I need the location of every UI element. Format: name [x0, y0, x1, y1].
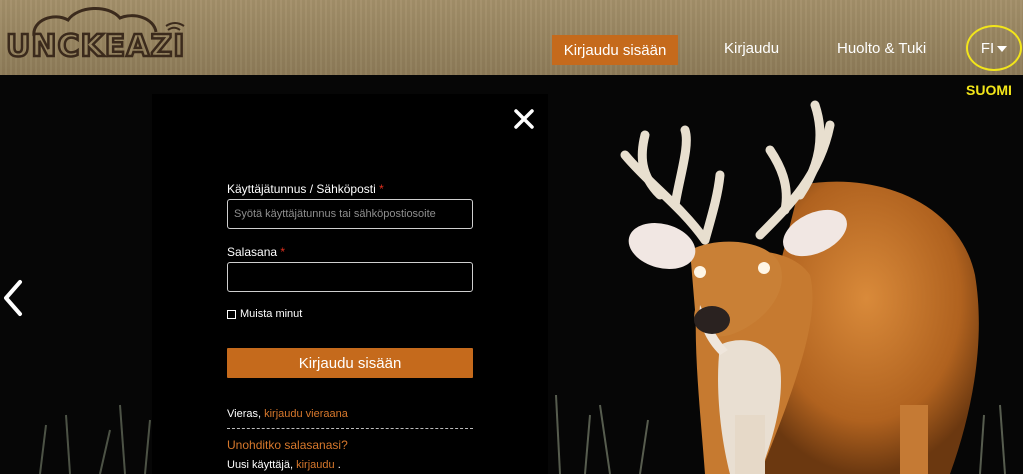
- new-user-suffix: .: [337, 459, 341, 471]
- guest-prefix: Vieras,: [227, 408, 262, 420]
- guest-login-link[interactable]: kirjaudu vieraana: [264, 408, 348, 420]
- new-user-line: Uusi käyttäjä, kirjaudu .: [227, 459, 341, 471]
- remember-label: Muista minut: [240, 308, 303, 320]
- login-submit-button[interactable]: Kirjaudu sisään: [227, 348, 473, 378]
- close-icon[interactable]: [512, 107, 536, 131]
- brand-logo[interactable]: UNCKEAZI: [4, 2, 190, 62]
- top-header: UNCKEAZI Kirjaudu sisään Kirjaudu Huolto…: [0, 0, 1023, 75]
- register-link[interactable]: kirjaudu: [296, 459, 335, 471]
- username-label: Käyttäjätunnus / Sähköposti *: [227, 182, 384, 196]
- password-label: Salasana *: [227, 245, 285, 259]
- language-tooltip: SUOMI: [966, 82, 1012, 98]
- nav-login-active-button[interactable]: Kirjaudu sisään: [552, 35, 678, 65]
- required-mark: *: [379, 182, 384, 196]
- password-label-text: Salasana: [227, 245, 278, 259]
- required-mark: *: [280, 245, 286, 259]
- forgot-password-link[interactable]: Unohditko salasanasi?: [227, 438, 348, 452]
- username-label-text: Käyttäjätunnus / Sähköposti: [227, 182, 376, 196]
- dashed-divider: [227, 428, 473, 429]
- remember-checkbox[interactable]: [227, 309, 236, 319]
- chevron-left-icon[interactable]: [0, 278, 24, 318]
- guest-line: Vieras, kirjaudu vieraana: [227, 408, 348, 420]
- language-code: FI: [980, 39, 995, 57]
- username-input[interactable]: [227, 199, 473, 229]
- logo-text: UNCKEAZI: [6, 29, 185, 62]
- nav-support-link[interactable]: Huolto & Tuki: [837, 40, 926, 57]
- nav-login-link[interactable]: Kirjaudu: [724, 40, 779, 57]
- new-user-prefix: Uusi käyttäjä,: [227, 459, 294, 471]
- remember-me[interactable]: Muista minut: [227, 308, 302, 320]
- caret-down-icon: [997, 46, 1008, 52]
- language-selector[interactable]: FI: [966, 25, 1022, 71]
- password-input[interactable]: [227, 262, 473, 292]
